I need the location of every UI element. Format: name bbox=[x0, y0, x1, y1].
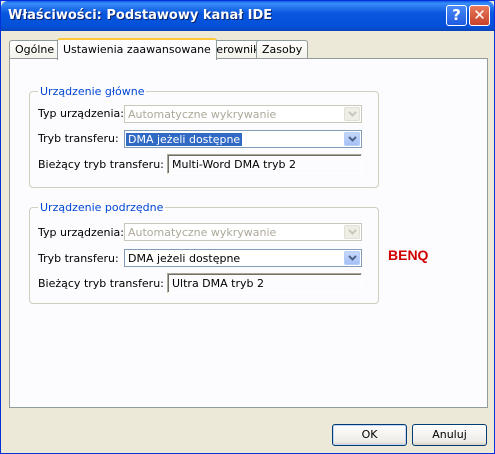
primary-device-type-select: Automatyczne wykrywanie bbox=[124, 105, 362, 123]
window-title: Właściwości: Podstawowy kanał IDE bbox=[8, 8, 273, 23]
properties-dialog: Właściwości: Podstawowy kanał IDE ? ✕ Og… bbox=[0, 0, 495, 454]
tab-strip: Ogólne Ustawienia zaawansowane Sterownik… bbox=[9, 38, 487, 60]
chevron-down-icon[interactable] bbox=[344, 132, 360, 146]
help-button[interactable]: ? bbox=[446, 5, 467, 26]
chevron-down-icon bbox=[344, 225, 360, 239]
secondary-device-type-label: Typ urządzenia: bbox=[38, 226, 125, 239]
chevron-down-icon[interactable] bbox=[344, 251, 360, 265]
tab-advanced-settings[interactable]: Ustawienia zaawansowane bbox=[57, 38, 217, 60]
secondary-device-legend: Urządzenie podrzędne bbox=[38, 201, 166, 214]
secondary-device-type-select: Automatyczne wykrywanie bbox=[124, 223, 362, 241]
close-icon: ✕ bbox=[473, 6, 486, 24]
ok-button[interactable]: OK bbox=[332, 424, 407, 446]
secondary-transfer-mode-label: Tryb transferu: bbox=[38, 252, 119, 265]
tab-resources[interactable]: Zasoby bbox=[256, 40, 309, 59]
primary-transfer-mode-label: Tryb transferu: bbox=[38, 132, 119, 145]
chevron-down-icon bbox=[344, 107, 360, 121]
secondary-device-group: Urządzenie podrzędne Typ urządzenia: Aut… bbox=[29, 201, 379, 304]
help-icon: ? bbox=[452, 6, 461, 24]
benq-annotation: BENQ bbox=[388, 247, 429, 263]
secondary-current-mode-label: Bieżący tryb transferu: bbox=[38, 277, 164, 290]
primary-current-mode-label: Bieżący tryb transferu: bbox=[38, 158, 164, 171]
primary-transfer-mode-select[interactable]: DMA jeżeli dostępne bbox=[124, 130, 362, 148]
secondary-transfer-mode-select[interactable]: DMA jeżeli dostępne bbox=[124, 249, 362, 267]
title-bar[interactable]: Właściwości: Podstawowy kanał IDE ? ✕ bbox=[1, 1, 494, 31]
tab-general[interactable]: Ogólne bbox=[9, 40, 61, 59]
secondary-current-mode-field: Ultra DMA tryb 2 bbox=[167, 273, 362, 293]
primary-current-mode-field: Multi-Word DMA tryb 2 bbox=[167, 154, 362, 174]
primary-device-legend: Urządzenie główne bbox=[38, 85, 147, 98]
cancel-button[interactable]: Anuluj bbox=[412, 424, 487, 446]
close-button[interactable]: ✕ bbox=[469, 5, 490, 26]
primary-device-type-label: Typ urządzenia: bbox=[38, 107, 125, 120]
primary-device-group: Urządzenie główne Typ urządzenia: Automa… bbox=[29, 85, 379, 188]
